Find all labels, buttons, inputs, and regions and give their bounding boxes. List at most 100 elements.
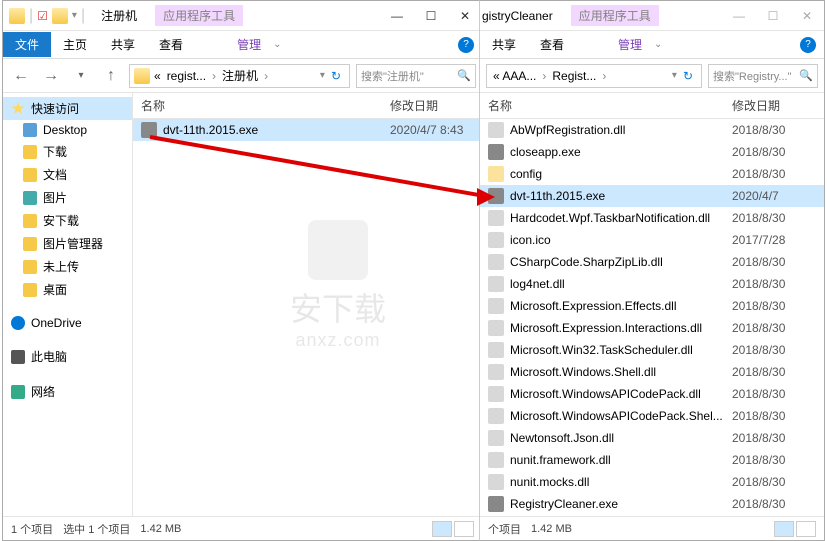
tab-home[interactable]: 主页 bbox=[51, 32, 99, 57]
chevron-right-icon[interactable]: › bbox=[262, 69, 270, 83]
file-row[interactable]: Microsoft.Expression.Effects.dll 2018/8/… bbox=[480, 295, 824, 317]
file-icon bbox=[488, 452, 504, 468]
folder-icon bbox=[23, 237, 37, 251]
file-row[interactable]: CSharpCode.SharpZipLib.dll 2018/8/30 bbox=[480, 251, 824, 273]
sidebar-thispc[interactable]: 此电脑 bbox=[3, 345, 132, 368]
file-row[interactable]: RegistryCleaner.exe 2018/8/30 bbox=[480, 493, 824, 515]
file-icon bbox=[488, 122, 504, 138]
file-row[interactable]: config 2018/8/30 bbox=[480, 163, 824, 185]
help-icon[interactable]: ? bbox=[458, 37, 474, 53]
checkmark-icon[interactable]: ☑ bbox=[37, 9, 48, 23]
tab-file[interactable]: 文件 bbox=[3, 32, 51, 57]
crumb[interactable]: regist... bbox=[165, 69, 208, 83]
file-icon bbox=[488, 232, 504, 248]
sidebar-item[interactable]: 图片 bbox=[3, 186, 132, 209]
file-row[interactable]: AbWpfRegistration.dll 2018/8/30 bbox=[480, 119, 824, 141]
forward-button[interactable]: → bbox=[39, 64, 63, 88]
sidebar-onedrive[interactable]: OneDrive bbox=[3, 313, 132, 333]
icons-view-button[interactable] bbox=[454, 521, 474, 537]
search-input[interactable]: 搜索"Registry..." 🔍 bbox=[708, 64, 818, 88]
file-name: config bbox=[510, 167, 732, 181]
file-row[interactable]: Hardcodet.Wpf.TaskbarNotification.dll 20… bbox=[480, 207, 824, 229]
sidebar-item[interactable]: 桌面 bbox=[3, 278, 132, 301]
file-date: 2018/8/30 bbox=[732, 255, 824, 269]
col-name[interactable]: 名称 bbox=[133, 97, 390, 114]
col-date[interactable]: 修改日期 bbox=[732, 97, 824, 114]
sidebar-quick-access[interactable]: 快速访问 bbox=[3, 97, 132, 120]
minimize-button[interactable]: — bbox=[380, 2, 414, 30]
sidebar-item[interactable]: 图片管理器 bbox=[3, 232, 132, 255]
file-row[interactable]: Microsoft.WindowsAPICodePack.dll 2018/8/… bbox=[480, 383, 824, 405]
file-row[interactable]: closeapp.exe 2018/8/30 bbox=[480, 141, 824, 163]
icons-view-button[interactable] bbox=[796, 521, 816, 537]
maximize-button[interactable]: ☐ bbox=[756, 2, 790, 30]
sidebar-item[interactable]: 文档 bbox=[3, 163, 132, 186]
file-row[interactable]: Microsoft.Win32.TaskScheduler.dll 2018/8… bbox=[480, 339, 824, 361]
statusbar: 1 个项目 选中 1 个项目 1.42 MB bbox=[3, 516, 482, 540]
search-input[interactable]: 搜索"注册机" 🔍 bbox=[356, 64, 476, 88]
details-view-button[interactable] bbox=[774, 521, 794, 537]
recent-dropdown[interactable]: ▾ bbox=[69, 64, 93, 88]
minimize-button[interactable]: — bbox=[722, 2, 756, 30]
address-bar[interactable]: « AAA... › Regist... › ▾ ↻ bbox=[486, 64, 702, 88]
sidebar-item[interactable]: 安下载 bbox=[3, 209, 132, 232]
file-row[interactable]: icon.ico 2017/7/28 bbox=[480, 229, 824, 251]
help-icon[interactable]: ? bbox=[800, 37, 816, 53]
tab-manage[interactable]: 管理 bbox=[606, 32, 654, 57]
maximize-button[interactable]: ☐ bbox=[414, 2, 448, 30]
addr-dropdown-icon[interactable]: ▾ bbox=[672, 70, 677, 81]
address-bar[interactable]: « regist... › 注册机 › ▾ ↻ bbox=[129, 64, 350, 88]
sidebar-network[interactable]: 网络 bbox=[3, 380, 132, 403]
file-row[interactable]: Microsoft.WindowsAPICodePack.Shel... 201… bbox=[480, 405, 824, 427]
tab-view[interactable]: 查看 bbox=[528, 32, 576, 57]
back-button[interactable]: ← bbox=[9, 64, 33, 88]
crumb[interactable]: « bbox=[152, 69, 163, 83]
file-row[interactable]: nunit.mocks.dll 2018/8/30 bbox=[480, 471, 824, 493]
chevron-right-icon[interactable]: › bbox=[540, 69, 548, 83]
file-icon bbox=[488, 364, 504, 380]
search-icon[interactable]: 🔍 bbox=[799, 69, 813, 82]
file-row[interactable]: Microsoft.Expression.Interactions.dll 20… bbox=[480, 317, 824, 339]
chevron-right-icon[interactable]: › bbox=[210, 69, 218, 83]
file-date: 2018/8/30 bbox=[732, 475, 824, 489]
file-row[interactable]: nunit.framework.dll 2018/8/30 bbox=[480, 449, 824, 471]
chevron-right-icon[interactable]: › bbox=[600, 69, 608, 83]
file-name: RegistryCleaner.exe bbox=[510, 497, 732, 511]
tab-share[interactable]: 共享 bbox=[99, 32, 147, 57]
qat-dropdown[interactable]: ▾ bbox=[72, 10, 77, 21]
tab-view[interactable]: 查看 bbox=[147, 32, 195, 57]
window-title: 注册机 bbox=[91, 7, 147, 24]
tab-manage[interactable]: 管理 bbox=[225, 32, 273, 57]
file-list[interactable]: AbWpfRegistration.dll 2018/8/30 closeapp… bbox=[480, 119, 824, 516]
crumb[interactable]: 注册机 bbox=[220, 67, 260, 84]
file-list[interactable]: dvt-11th.2015.exe 2020/4/7 8:43 bbox=[133, 119, 482, 516]
sidebar-item[interactable]: 下载 bbox=[3, 140, 132, 163]
sidebar-item[interactable]: Desktop bbox=[3, 120, 132, 140]
col-date[interactable]: 修改日期 bbox=[390, 97, 482, 114]
search-icon[interactable]: 🔍 bbox=[457, 69, 471, 82]
file-name: AbWpfRegistration.dll bbox=[510, 123, 732, 137]
ribbon-collapse-icon[interactable]: ⌄ bbox=[654, 39, 662, 50]
refresh-icon[interactable]: ↻ bbox=[679, 69, 697, 83]
crumb[interactable]: Regist... bbox=[550, 69, 598, 83]
up-button[interactable]: ↑ bbox=[99, 64, 123, 88]
file-row[interactable]: dvt-11th.2015.exe 2020/4/7 bbox=[480, 185, 824, 207]
ribbon-collapse-icon[interactable]: ⌄ bbox=[273, 39, 281, 50]
file-row[interactable]: Microsoft.Windows.Shell.dll 2018/8/30 bbox=[480, 361, 824, 383]
tab-share[interactable]: 共享 bbox=[480, 32, 528, 57]
close-button[interactable]: ✕ bbox=[448, 2, 482, 30]
addr-dropdown-icon[interactable]: ▾ bbox=[320, 70, 325, 81]
details-view-button[interactable] bbox=[432, 521, 452, 537]
file-name: dvt-11th.2015.exe bbox=[510, 189, 732, 203]
file-row[interactable]: Newtonsoft.Json.dll 2018/8/30 bbox=[480, 427, 824, 449]
sidebar-item[interactable]: 未上传 bbox=[3, 255, 132, 278]
close-button[interactable]: ✕ bbox=[790, 2, 824, 30]
crumb[interactable]: « AAA... bbox=[491, 69, 538, 83]
file-row[interactable]: dvt-11th.2015.exe 2020/4/7 8:43 bbox=[133, 119, 482, 141]
status-count: 1 个项目 bbox=[11, 521, 53, 537]
file-name: icon.ico bbox=[510, 233, 732, 247]
col-name[interactable]: 名称 bbox=[480, 97, 732, 114]
file-row[interactable]: log4net.dll 2018/8/30 bbox=[480, 273, 824, 295]
file-name: Microsoft.WindowsAPICodePack.dll bbox=[510, 387, 732, 401]
refresh-icon[interactable]: ↻ bbox=[327, 69, 345, 83]
